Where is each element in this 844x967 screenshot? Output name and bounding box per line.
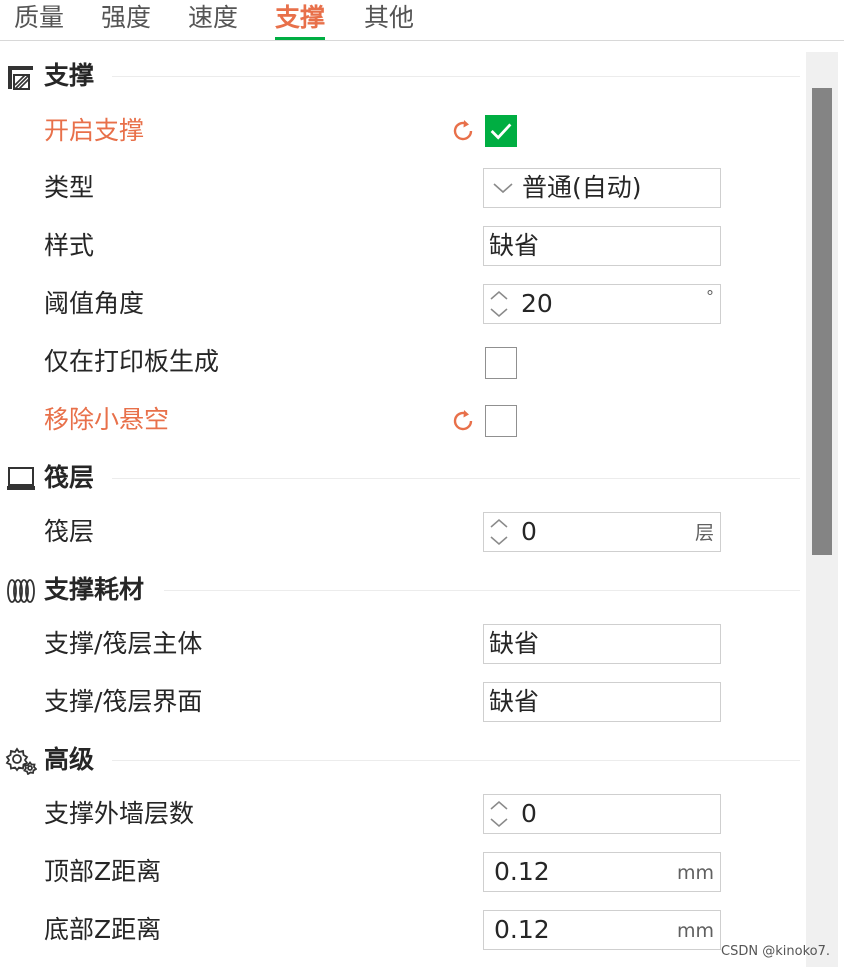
reset-icon[interactable]: [449, 407, 477, 435]
bottom-z-distance-input[interactable]: 0.12 mm: [483, 910, 721, 950]
support-interface-filament-label: 支撑/筏层界面: [44, 687, 203, 716]
support-base-filament-label: 支撑/筏层主体: [44, 629, 203, 658]
section-raft-header: 筏层: [0, 456, 800, 500]
tab-others[interactable]: 其他: [364, 0, 414, 40]
spin-down-icon[interactable]: [486, 304, 512, 321]
support-type-value: 普通(自动): [522, 173, 642, 202]
gear-icon: [5, 747, 37, 775]
spin-up-icon[interactable]: [486, 515, 512, 532]
bottom-z-distance-unit: mm: [676, 920, 714, 942]
section-support-header: 支撑: [0, 54, 800, 98]
bottom-z-distance-value: 0.12: [494, 915, 550, 944]
raft-layers-input[interactable]: 0 层: [483, 512, 721, 552]
section-divider: [112, 478, 800, 479]
spin-buttons: [486, 515, 512, 549]
top-z-distance-value: 0.12: [494, 857, 550, 886]
scrollbar-thumb[interactable]: [812, 88, 832, 555]
filament-icon: [7, 579, 35, 603]
threshold-angle-input[interactable]: 20 °: [483, 284, 721, 324]
support-wall-loops-label: 支撑外墙层数: [44, 799, 195, 828]
tab-support[interactable]: 支撑: [275, 0, 326, 40]
build-plate-only-label: 仅在打印板生成: [44, 347, 220, 376]
enable-support-label: 开启支撑: [44, 116, 145, 145]
spin-up-icon[interactable]: [486, 797, 512, 814]
support-style-field[interactable]: 缺省: [483, 226, 721, 266]
support-style-value: 缺省: [489, 231, 540, 260]
section-filament-header: 支撑耗材: [0, 568, 800, 612]
bottom-z-distance-label: 底部Z距离: [44, 915, 162, 944]
section-filament-title: 支撑耗材: [44, 575, 145, 604]
threshold-angle-value: 20: [521, 289, 553, 318]
support-style-label: 样式: [44, 231, 95, 260]
section-divider: [164, 590, 800, 591]
support-icon: [8, 66, 33, 90]
tab-strength[interactable]: 强度: [101, 0, 151, 40]
spin-buttons: [486, 287, 512, 321]
support-type-label: 类型: [44, 173, 95, 202]
spin-down-icon[interactable]: [486, 814, 512, 831]
section-raft-title: 筏层: [44, 463, 95, 492]
checkmark-icon: [490, 123, 512, 140]
spin-buttons: [486, 797, 512, 831]
top-z-distance-unit: mm: [676, 862, 714, 884]
top-z-distance-input[interactable]: 0.12 mm: [483, 852, 721, 892]
section-support-title: 支撑: [44, 61, 95, 90]
raft-layers-value: 0: [521, 517, 537, 546]
support-wall-loops-value: 0: [521, 799, 537, 828]
support-base-filament-field[interactable]: 缺省: [483, 624, 721, 664]
chevron-down-icon: [493, 183, 513, 194]
support-interface-filament-value: 缺省: [489, 687, 540, 716]
watermark: CSDN @kinoko7.: [721, 944, 830, 959]
top-z-distance-label: 顶部Z距离: [44, 857, 162, 886]
section-advanced-header: 高级: [0, 738, 800, 782]
settings-panel: 支撑 开启支撑 类型 普通(自动) 样式 缺省 阈值角度 20 ° 仅在打印板生…: [0, 41, 804, 967]
raft-layers-label: 筏层: [44, 517, 95, 546]
support-wall-loops-input[interactable]: 0: [483, 794, 721, 834]
raft-icon: [7, 467, 35, 490]
build-plate-only-checkbox[interactable]: [485, 347, 517, 379]
section-divider: [112, 76, 800, 77]
threshold-angle-label: 阈值角度: [44, 289, 145, 318]
remove-small-overhang-checkbox[interactable]: [485, 405, 517, 437]
support-base-filament-value: 缺省: [489, 629, 540, 658]
enable-support-checkbox[interactable]: [485, 115, 517, 147]
support-type-select[interactable]: 普通(自动): [483, 168, 721, 208]
tab-speed[interactable]: 速度: [188, 0, 238, 40]
spin-down-icon[interactable]: [486, 532, 512, 549]
threshold-angle-unit: °: [706, 287, 714, 306]
spin-up-icon[interactable]: [486, 287, 512, 304]
section-advanced-title: 高级: [44, 745, 95, 774]
section-divider: [112, 760, 800, 761]
raft-layers-unit: 层: [694, 522, 714, 544]
reset-icon[interactable]: [449, 117, 477, 145]
tab-quality[interactable]: 质量: [14, 0, 64, 40]
support-interface-filament-field[interactable]: 缺省: [483, 682, 721, 722]
remove-small-overhang-label: 移除小悬空: [44, 405, 170, 434]
tab-bar: 质量 强度 速度 支撑 其他: [0, 0, 844, 41]
